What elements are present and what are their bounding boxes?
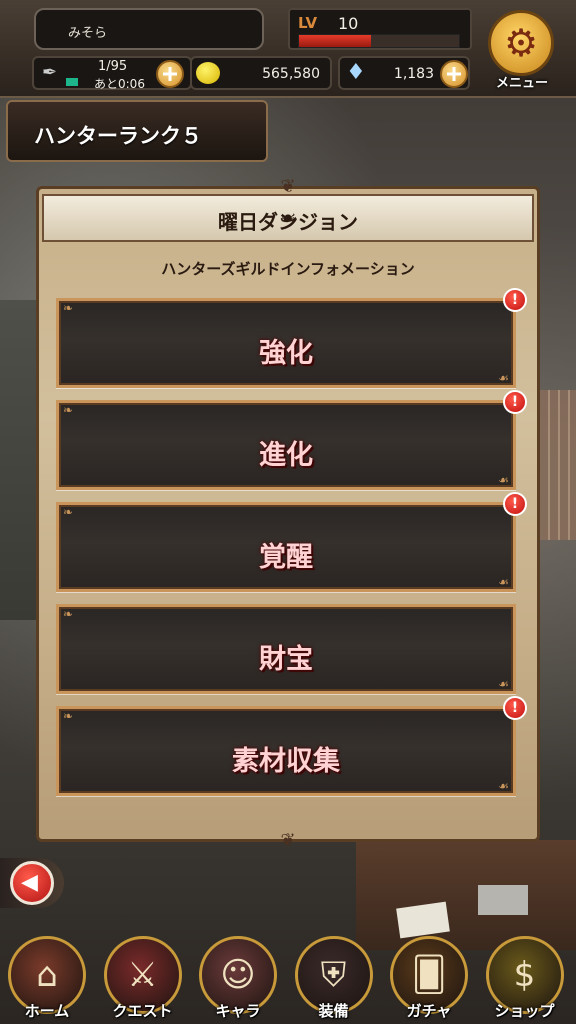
dungeon-label: 素材収集 [232, 746, 340, 777]
nav-item[interactable]: ⌂ ホーム [2, 932, 92, 1024]
menu-label: メニュー [495, 76, 548, 91]
alert-badge-icon: ! [503, 390, 527, 414]
exp-bar [298, 34, 460, 48]
hunter-rank-label: ハンターランク５ [34, 124, 202, 148]
corner-ornament-icon: ☙ [498, 677, 509, 691]
gold-coin-icon [196, 62, 220, 84]
player-name-box[interactable]: みそら [34, 8, 264, 50]
nav-label: ホーム [24, 1002, 70, 1020]
exp-bar-fill [299, 35, 371, 47]
bottom-ornament-icon: ❦ [280, 830, 296, 851]
corner-ornament-icon: ☙ [498, 473, 509, 487]
top-ornament-icon: ❦ [280, 176, 296, 197]
nav-item[interactable]: $ ショップ [480, 932, 570, 1024]
gold-value: 565,580 [262, 66, 320, 82]
nav-item[interactable]: ⛨ 装備 [289, 932, 379, 1024]
corner-ornament-icon: ❧ [63, 709, 74, 723]
nav-label: ガチャ [406, 1002, 452, 1020]
nav-label: クエスト [112, 1002, 173, 1020]
player-name: みそら [68, 26, 108, 41]
level-value: 10 [338, 14, 359, 33]
corner-ornament-icon: ☙ [498, 575, 509, 589]
panel-subtitle: ハンターズギルドインフォメーション [161, 260, 415, 278]
level-label: LV [298, 14, 318, 32]
corner-ornament-icon: ☙ [498, 779, 509, 793]
dungeon-button[interactable]: ❧ 素材収集 ☙ [56, 706, 516, 796]
scroll-ornament-icon: ☙ [279, 206, 297, 230]
corner-ornament-icon: ☙ [498, 371, 509, 385]
background-box [478, 885, 528, 915]
dungeon-label: 財宝 [259, 644, 313, 675]
nav-label: キャラ [215, 1002, 261, 1020]
status-bar: みそら LV 10 ✒ 1/95 あと0:06 565,580 ♦ 1,183 … [0, 0, 576, 98]
nav-item[interactable]: 🂠 ガチャ [384, 932, 474, 1024]
menu-button[interactable]: メニュー [484, 10, 560, 91]
alert-badge-icon: ! [503, 696, 527, 720]
alert-badge-icon: ! [503, 492, 527, 516]
dungeon-label: 強化 [259, 338, 313, 369]
dungeon-button[interactable]: ❧ 覚醒 ☙ [56, 502, 516, 592]
bottom-navigation: ⌂ ホーム ⚔ クエスト ☺ キャラ ⛨ 装備 🂠 ガチャ $ ショップ [0, 932, 576, 1024]
add-stamina-button[interactable] [156, 60, 184, 88]
nav-item[interactable]: ☺ キャラ [193, 932, 283, 1024]
add-gems-button[interactable] [440, 60, 468, 88]
gems-value: 1,183 [393, 66, 434, 82]
dungeon-button[interactable]: ❧ 進化 ☙ [56, 400, 516, 490]
gold-box: 565,580 [190, 56, 332, 90]
level-box: LV 10 [288, 8, 472, 50]
background-window [540, 390, 576, 540]
corner-ornament-icon: ❧ [63, 607, 74, 621]
stamina-icon: ✒ [42, 62, 58, 83]
nav-label: ショップ [494, 1002, 555, 1020]
dungeon-button[interactable]: ❧ 財宝 ☙ [56, 604, 516, 694]
dungeon-label: 覚醒 [259, 542, 313, 573]
stamina-value: 1/95 [98, 59, 128, 74]
nav-label: 装備 [318, 1002, 349, 1020]
corner-ornament-icon: ❧ [63, 505, 74, 519]
dungeon-button[interactable]: ❧ 強化 ☙ [56, 298, 516, 388]
back-arrow-icon [10, 861, 54, 905]
crystal-icon: ♦ [346, 60, 366, 85]
alert-badge-icon: ! [503, 288, 527, 312]
corner-ornament-icon: ❧ [63, 301, 74, 315]
stamina-timer: あと0:06 [94, 77, 145, 91]
background-wall [0, 300, 40, 620]
gear-icon [488, 10, 554, 76]
hunter-rank-plate: ハンターランク５ [6, 100, 268, 162]
stamina-gauge-icon [66, 78, 78, 86]
dungeon-label: 進化 [259, 440, 313, 471]
panel-header: ❧ 曜日ダンジョン ☙ [42, 194, 534, 242]
nav-item[interactable]: ⚔ クエスト [98, 932, 188, 1024]
back-button[interactable] [0, 858, 64, 908]
corner-ornament-icon: ❧ [63, 403, 74, 417]
